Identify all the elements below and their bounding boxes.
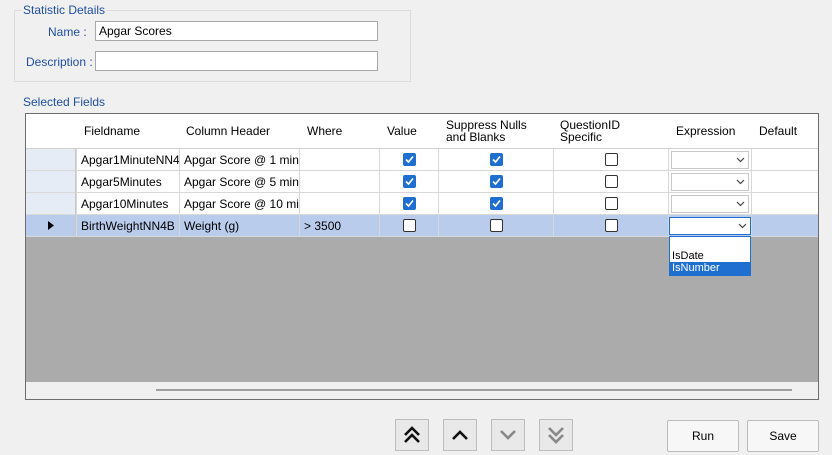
questionid-checkbox[interactable] bbox=[604, 219, 618, 232]
expression-cell[interactable] bbox=[669, 215, 752, 237]
suppress-checkbox[interactable] bbox=[489, 175, 503, 188]
value-cell[interactable] bbox=[380, 193, 439, 215]
row-header[interactable] bbox=[26, 215, 76, 237]
run-button[interactable]: Run bbox=[667, 420, 739, 452]
default-cell[interactable] bbox=[752, 171, 818, 193]
selected-fields-title: Selected Fields bbox=[23, 95, 106, 109]
chevron-down-icon bbox=[736, 201, 745, 206]
checkmark-icon bbox=[404, 177, 414, 186]
table-row[interactable]: Apgar5Minutes Apgar Score @ 5 mins bbox=[26, 171, 818, 193]
save-button[interactable]: Save bbox=[747, 420, 819, 452]
row-header[interactable] bbox=[26, 171, 76, 193]
questionid-checkbox[interactable] bbox=[604, 197, 618, 210]
questionid-cell[interactable] bbox=[554, 193, 669, 215]
suppress-cell[interactable] bbox=[439, 171, 554, 193]
value-cell[interactable] bbox=[380, 215, 439, 237]
expression-combo[interactable] bbox=[669, 216, 751, 235]
move-down-button[interactable] bbox=[491, 419, 525, 451]
checkmark-icon bbox=[404, 155, 414, 164]
column-header-questionid[interactable]: QuestionID Specific bbox=[560, 114, 620, 148]
value-checkbox[interactable] bbox=[402, 219, 416, 232]
move-up-button[interactable] bbox=[443, 419, 477, 451]
horizontal-scrollbar[interactable] bbox=[26, 382, 818, 399]
grid-header: Fieldname Column Header Where Value Supp… bbox=[26, 114, 818, 149]
where-cell[interactable] bbox=[300, 171, 380, 193]
table-row[interactable]: Apgar10Minutes Apgar Score @ 10 mins bbox=[26, 193, 818, 215]
chevron-down-icon bbox=[500, 430, 516, 440]
fieldname-cell[interactable]: Apgar1MinuteNN4B bbox=[76, 149, 180, 171]
column-header-where[interactable]: Where bbox=[307, 114, 342, 148]
questionid-cell[interactable] bbox=[554, 171, 669, 193]
default-cell[interactable] bbox=[752, 193, 818, 215]
value-checkbox[interactable] bbox=[402, 197, 416, 210]
checkmark-icon bbox=[491, 155, 501, 164]
column-header-cell[interactable]: Apgar Score @ 5 mins bbox=[180, 171, 300, 193]
questionid-header-line2: Specific bbox=[560, 130, 603, 144]
table-row[interactable]: Apgar1MinuteNN4B Apgar Score @ 1 min bbox=[26, 149, 818, 171]
suppress-checkbox[interactable] bbox=[489, 197, 503, 210]
chevron-up-icon bbox=[452, 430, 468, 440]
value-checkbox[interactable] bbox=[402, 153, 416, 166]
move-bottom-button[interactable] bbox=[539, 419, 573, 451]
move-top-button[interactable] bbox=[395, 419, 429, 451]
where-cell[interactable] bbox=[300, 193, 380, 215]
expression-dropdown-list[interactable]: IsDate IsNumber bbox=[669, 236, 751, 276]
value-cell[interactable] bbox=[380, 149, 439, 171]
column-header-suppress[interactable]: Suppress Nulls and Blanks bbox=[446, 114, 527, 148]
expression-combo[interactable] bbox=[671, 172, 749, 191]
dropdown-option-isnumber[interactable]: IsNumber bbox=[670, 262, 750, 275]
expression-cell[interactable] bbox=[669, 171, 752, 193]
table-row-selected[interactable]: BirthWeightNN4B Weight (g) > 3500 bbox=[26, 215, 818, 237]
row-pointer-icon bbox=[47, 221, 54, 230]
column-header-cell[interactable]: Apgar Score @ 1 min bbox=[180, 149, 300, 171]
column-header-fieldname[interactable]: Fieldname bbox=[84, 114, 140, 148]
name-field[interactable]: Apgar Scores bbox=[95, 21, 378, 41]
column-header-cell[interactable]: Weight (g) bbox=[180, 215, 300, 237]
scrollbar-thumb[interactable] bbox=[156, 389, 792, 391]
checkmark-icon bbox=[404, 199, 414, 208]
default-cell[interactable] bbox=[752, 215, 818, 237]
column-header-value[interactable]: Value bbox=[387, 114, 417, 148]
suppress-checkbox[interactable] bbox=[489, 153, 503, 166]
fieldname-cell[interactable]: Apgar5Minutes bbox=[76, 171, 180, 193]
suppress-header-line2: and Blanks bbox=[446, 130, 506, 144]
suppress-checkbox[interactable] bbox=[489, 219, 503, 232]
name-label: Name : bbox=[48, 25, 87, 39]
value-cell[interactable] bbox=[380, 171, 439, 193]
row-header[interactable] bbox=[26, 193, 76, 215]
questionid-cell[interactable] bbox=[554, 149, 669, 171]
value-checkbox[interactable] bbox=[402, 175, 416, 188]
column-header-expression[interactable]: Expression bbox=[676, 114, 735, 148]
checkmark-icon bbox=[491, 177, 501, 186]
chevron-down-icon bbox=[736, 157, 745, 162]
suppress-cell[interactable] bbox=[439, 193, 554, 215]
statistic-details-title: Statistic Details bbox=[22, 3, 107, 17]
questionid-checkbox[interactable] bbox=[604, 175, 618, 188]
expression-cell[interactable] bbox=[669, 193, 752, 215]
column-header-default[interactable]: Default bbox=[759, 114, 797, 148]
chevron-down-icon bbox=[736, 179, 745, 184]
suppress-cell[interactable] bbox=[439, 215, 554, 237]
default-cell[interactable] bbox=[752, 149, 818, 171]
expression-combo[interactable] bbox=[671, 194, 749, 213]
column-header-cell[interactable]: Apgar Score @ 10 mins bbox=[180, 193, 300, 215]
double-chevron-down-icon bbox=[548, 427, 564, 444]
double-chevron-up-icon bbox=[404, 426, 420, 443]
questionid-checkbox[interactable] bbox=[604, 153, 618, 166]
checkmark-icon bbox=[491, 199, 501, 208]
fieldname-cell[interactable]: BirthWeightNN4B bbox=[76, 215, 180, 237]
description-field[interactable] bbox=[95, 51, 378, 71]
where-cell[interactable] bbox=[300, 149, 380, 171]
row-header[interactable] bbox=[26, 149, 76, 171]
column-header-column-header[interactable]: Column Header bbox=[186, 114, 270, 148]
questionid-cell[interactable] bbox=[554, 215, 669, 237]
description-label: Description : bbox=[26, 55, 93, 69]
expression-combo[interactable] bbox=[671, 150, 749, 169]
chevron-down-icon bbox=[738, 223, 747, 228]
expression-cell[interactable] bbox=[669, 149, 752, 171]
fieldname-cell[interactable]: Apgar10Minutes bbox=[76, 193, 180, 215]
where-cell[interactable]: > 3500 bbox=[300, 215, 380, 237]
suppress-cell[interactable] bbox=[439, 149, 554, 171]
